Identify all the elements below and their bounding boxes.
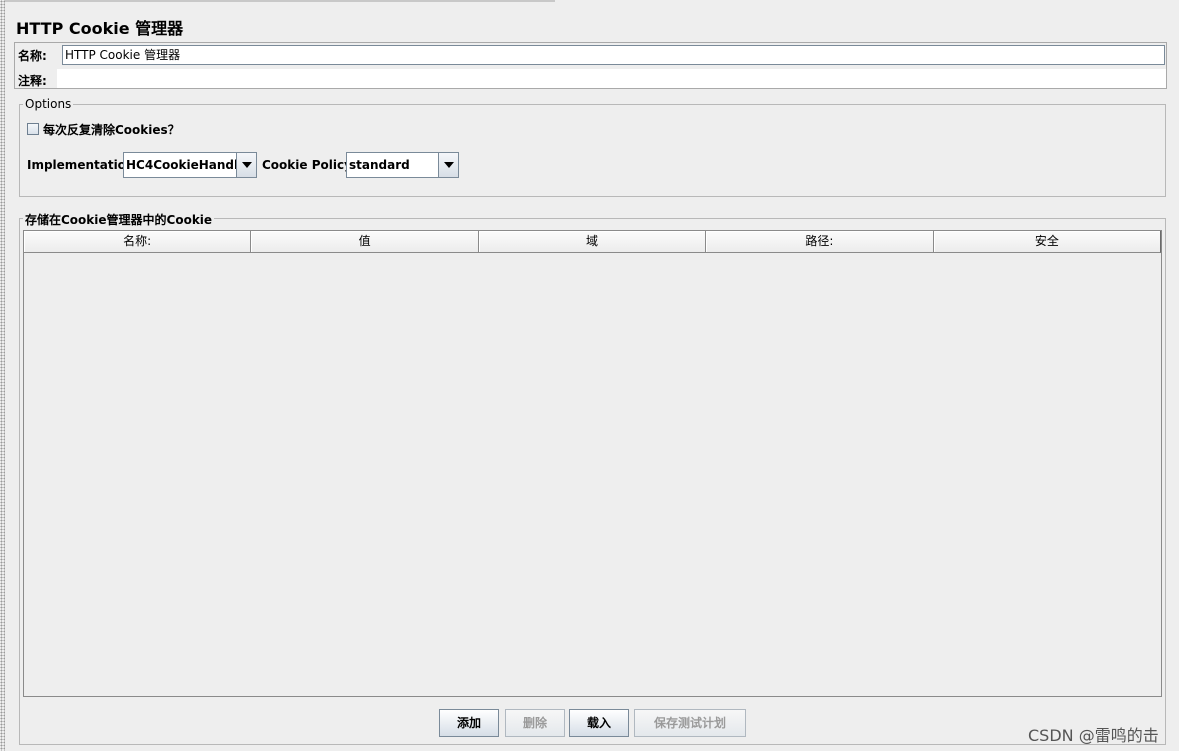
comment-label: 注释: <box>18 74 47 88</box>
column-header-secure[interactable]: 安全 <box>933 231 1162 253</box>
column-header-path[interactable]: 路径: <box>706 231 934 253</box>
column-header-name[interactable]: 名称: <box>24 231 252 253</box>
options-legend: Options <box>23 97 74 111</box>
table-header: 名称: 值 域 路径: 安全 <box>24 231 1162 253</box>
clear-cookies-checkbox[interactable] <box>27 123 39 135</box>
column-header-domain[interactable]: 域 <box>478 231 707 253</box>
implementation-dropdown-button[interactable] <box>236 153 256 177</box>
save-test-plan-button[interactable]: 保存测试计划 <box>634 709 746 737</box>
cookie-policy-select[interactable]: standard <box>346 152 459 178</box>
implementation-value: HC4CookieHandler <box>126 158 253 172</box>
name-label: 名称: <box>18 49 47 63</box>
column-header-value[interactable]: 值 <box>251 231 479 253</box>
clear-cookies-label[interactable]: 每次反复清除Cookies？ <box>43 121 180 138</box>
cookies-table[interactable]: 名称: 值 域 路径: 安全 <box>23 230 1162 697</box>
top-divider <box>5 0 555 2</box>
comment-input[interactable] <box>57 69 1166 88</box>
stored-cookies-legend: 存储在Cookie管理器中的Cookie <box>23 211 215 228</box>
left-dotted-border <box>0 0 5 751</box>
cookie-policy-value: standard <box>349 158 410 172</box>
chevron-down-icon <box>242 162 252 168</box>
name-comment-panel: 名称: HTTP Cookie 管理器 注释: <box>14 42 1167 89</box>
cookie-policy-label: Cookie Policy: <box>262 158 357 172</box>
delete-button[interactable]: 删除 <box>505 709 565 737</box>
chevron-down-icon <box>444 162 454 168</box>
table-button-row: 添加 删除 载入 保存测试计划 <box>20 709 1165 737</box>
watermark: CSDN @雷鸣的击 <box>1028 726 1159 745</box>
stored-cookies-group: 存储在Cookie管理器中的Cookie 名称: 值 域 路径: 安全 添加 删… <box>19 211 1166 745</box>
cookie-policy-dropdown-button[interactable] <box>438 153 458 177</box>
name-input[interactable]: HTTP Cookie 管理器 <box>62 45 1165 65</box>
options-group: Options 每次反复清除Cookies？ Implementation: H… <box>19 97 1166 197</box>
page-title: HTTP Cookie 管理器 <box>16 19 184 38</box>
load-button[interactable]: 载入 <box>569 709 629 737</box>
add-button[interactable]: 添加 <box>439 709 499 737</box>
implementation-select[interactable]: HC4CookieHandler <box>123 152 257 178</box>
